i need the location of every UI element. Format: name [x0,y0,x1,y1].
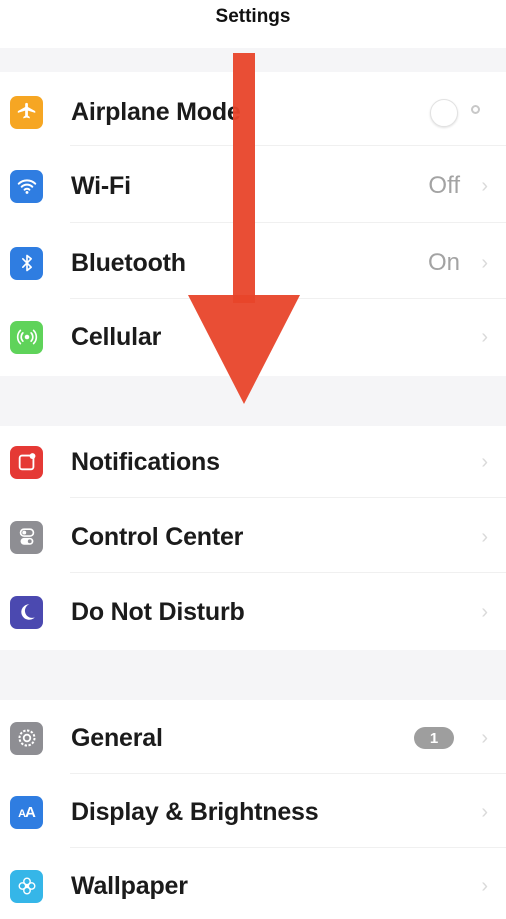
separator [70,847,506,848]
bluetooth-row[interactable]: Bluetooth On › [0,230,506,296]
wallpaper-row[interactable]: Wallpaper › [0,853,506,919]
airplane-mode-toggle[interactable] [426,95,484,129]
general-row[interactable]: General 1 › [0,705,506,771]
chevron-right-icon: › [481,325,488,348]
chevron-right-icon: › [481,874,488,897]
cellular-row[interactable]: Cellular › [0,304,506,370]
cellular-icon [10,320,43,354]
notifications-icon [10,445,43,479]
row-label: Wallpaper [71,871,188,900]
chevron-right-icon: › [481,600,488,623]
chevron-right-icon: › [481,174,488,197]
separator [70,298,506,299]
display-brightness-icon: AA [10,795,43,829]
control-center-row[interactable]: Control Center › [0,504,506,570]
row-label: Display & Brightness [71,797,319,826]
row-label: Notifications [71,447,220,476]
moon-icon [10,595,43,629]
airplane-mode-row[interactable]: Airplane Mode [0,79,506,145]
separator [70,572,506,573]
toggle-knob [430,99,458,127]
section-gap [0,48,506,72]
do-not-disturb-row[interactable]: Do Not Disturb › [0,579,506,645]
gear-icon [10,721,43,755]
row-label: Wi-Fi [71,171,131,200]
section-gap [0,650,506,700]
toggle-off-indicator [471,105,480,114]
notifications-row[interactable]: Notifications › [0,429,506,495]
navigation-bar: Settings [0,0,506,49]
row-label: Cellular [71,322,162,351]
icon-glyph-aa: AA [18,803,36,821]
chevron-right-icon: › [481,450,488,473]
chevron-right-icon: › [481,251,488,274]
wifi-row[interactable]: Wi-Fi Off › [0,153,506,219]
row-label: Bluetooth [71,248,186,277]
separator [70,497,506,498]
row-label: Airplane Mode [71,97,241,126]
wifi-icon [10,169,43,203]
bluetooth-icon [10,246,43,280]
separator [70,773,506,774]
separator [70,145,506,146]
section-gap [0,376,506,426]
chevron-right-icon: › [481,726,488,749]
wifi-status: Off [428,172,460,199]
airplane-icon [10,95,43,129]
control-center-icon [10,520,43,554]
row-label: Do Not Disturb [71,597,245,626]
page-title: Settings [215,6,291,27]
chevron-right-icon: › [481,525,488,548]
chevron-right-icon: › [481,800,488,823]
wallpaper-icon [10,869,43,903]
bluetooth-status: On [427,249,460,276]
row-label: Control Center [71,522,244,551]
row-label: General [71,723,163,752]
display-brightness-row[interactable]: AA Display & Brightness › [0,779,506,845]
update-count-badge: 1 [414,727,454,749]
separator [70,222,506,223]
